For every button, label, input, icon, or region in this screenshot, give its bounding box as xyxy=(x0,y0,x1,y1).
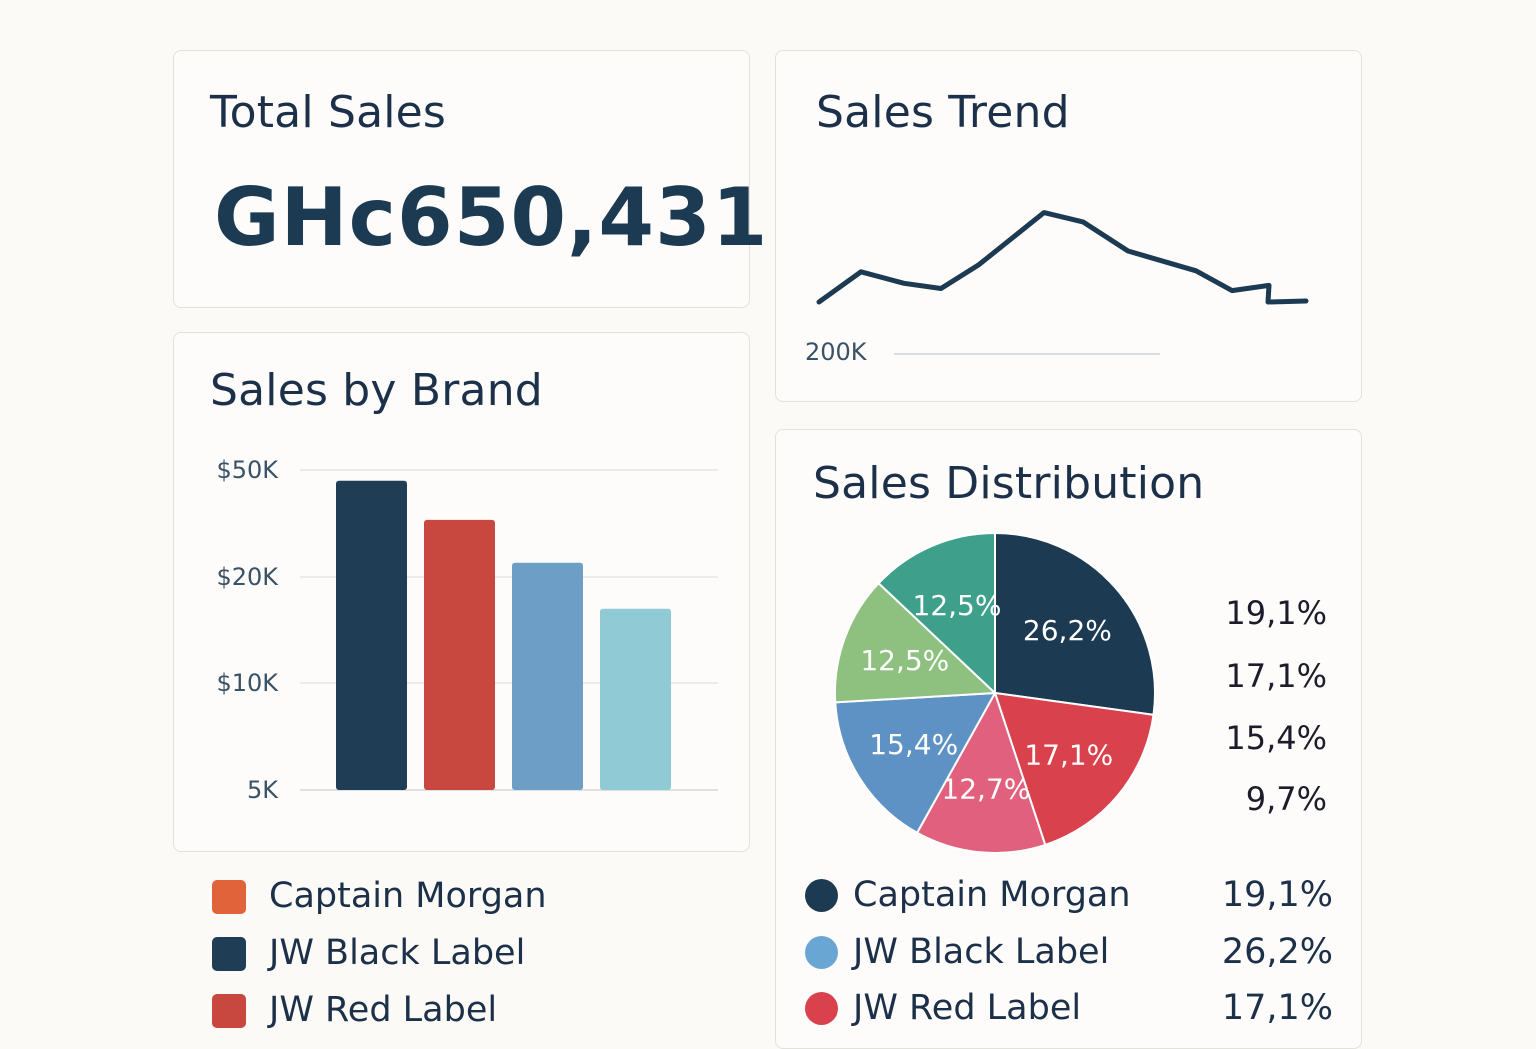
y-tick-label: $20K xyxy=(216,563,279,591)
legend-label: JW Red Label xyxy=(853,988,1082,1028)
legend-swatch xyxy=(212,937,246,971)
sales-trend-card: Sales Trend 200K xyxy=(775,50,1362,402)
bar xyxy=(424,519,495,790)
legend-label: JW Red Label xyxy=(269,990,498,1030)
legend-label: JW Black Label xyxy=(853,932,1110,972)
legend-item: JW Red Label xyxy=(212,990,732,1032)
side-value: 15,4% xyxy=(1225,719,1327,757)
bar xyxy=(600,608,671,790)
legend-item: Captain Morgan xyxy=(212,876,732,918)
legend-swatch xyxy=(212,880,246,914)
legend-item: Captain Morgan 19,1% xyxy=(805,875,1345,917)
y-tick-label: 5K xyxy=(247,776,279,804)
side-value: 17,1% xyxy=(1225,657,1327,695)
sales-by-brand-legend: Captain Morgan JW Black Label JW Red Lab… xyxy=(212,876,732,1030)
sales-distribution-legend: Captain Morgan 19,1% JW Black Label 26,2… xyxy=(805,875,1345,1028)
pie-slice-label: 15,4% xyxy=(869,728,958,761)
side-value: 9,7% xyxy=(1245,780,1327,818)
total-sales-value: GHc650,431 xyxy=(214,171,769,264)
pie-slice-label: 12,5% xyxy=(860,644,949,677)
legend-swatch xyxy=(212,994,246,1028)
legend-item: JW Red Label 17,1% xyxy=(805,988,1345,1030)
pie-slice-label: 12,5% xyxy=(913,589,1002,622)
legend-item: JW Black Label 26,2% xyxy=(805,932,1345,974)
y-tick-label: $50K xyxy=(216,456,279,484)
sales-trend-chart: 200K xyxy=(805,210,1309,366)
legend-value: 19,1% xyxy=(1221,875,1333,915)
total-sales-title: Total Sales xyxy=(210,87,447,138)
distribution-side-values: 19,1% 17,1% 15,4% 9,7% xyxy=(1200,594,1330,824)
sales-by-brand-card: Sales by Brand $50K $20K $10K 5K xyxy=(173,332,750,852)
bar xyxy=(336,480,407,790)
sales-trend-line xyxy=(816,210,1309,305)
legend-swatch xyxy=(805,992,838,1025)
legend-label: Captain Morgan xyxy=(269,876,547,916)
legend-value: 26,2% xyxy=(1221,932,1333,972)
trend-axis-label: 200K xyxy=(805,338,868,366)
legend-item: JW Black Label xyxy=(212,933,732,975)
side-value: 19,1% xyxy=(1225,594,1327,632)
legend-label: JW Black Label xyxy=(269,933,526,973)
bar xyxy=(512,562,583,790)
legend-value: 17,1% xyxy=(1221,988,1333,1028)
legend-label: Captain Morgan xyxy=(853,875,1131,915)
pie-slice-label: 26,2% xyxy=(1023,614,1112,647)
legend-swatch xyxy=(805,936,838,969)
pie-slice-label: 12,7% xyxy=(941,773,1030,806)
y-tick-label: $10K xyxy=(216,669,279,697)
sales-by-brand-chart: $50K $20K $10K 5K xyxy=(216,456,718,804)
total-sales-card: Total Sales GHc650,431 xyxy=(173,50,767,308)
legend-swatch xyxy=(805,879,838,912)
pie-slice-label: 17,1% xyxy=(1024,738,1113,771)
